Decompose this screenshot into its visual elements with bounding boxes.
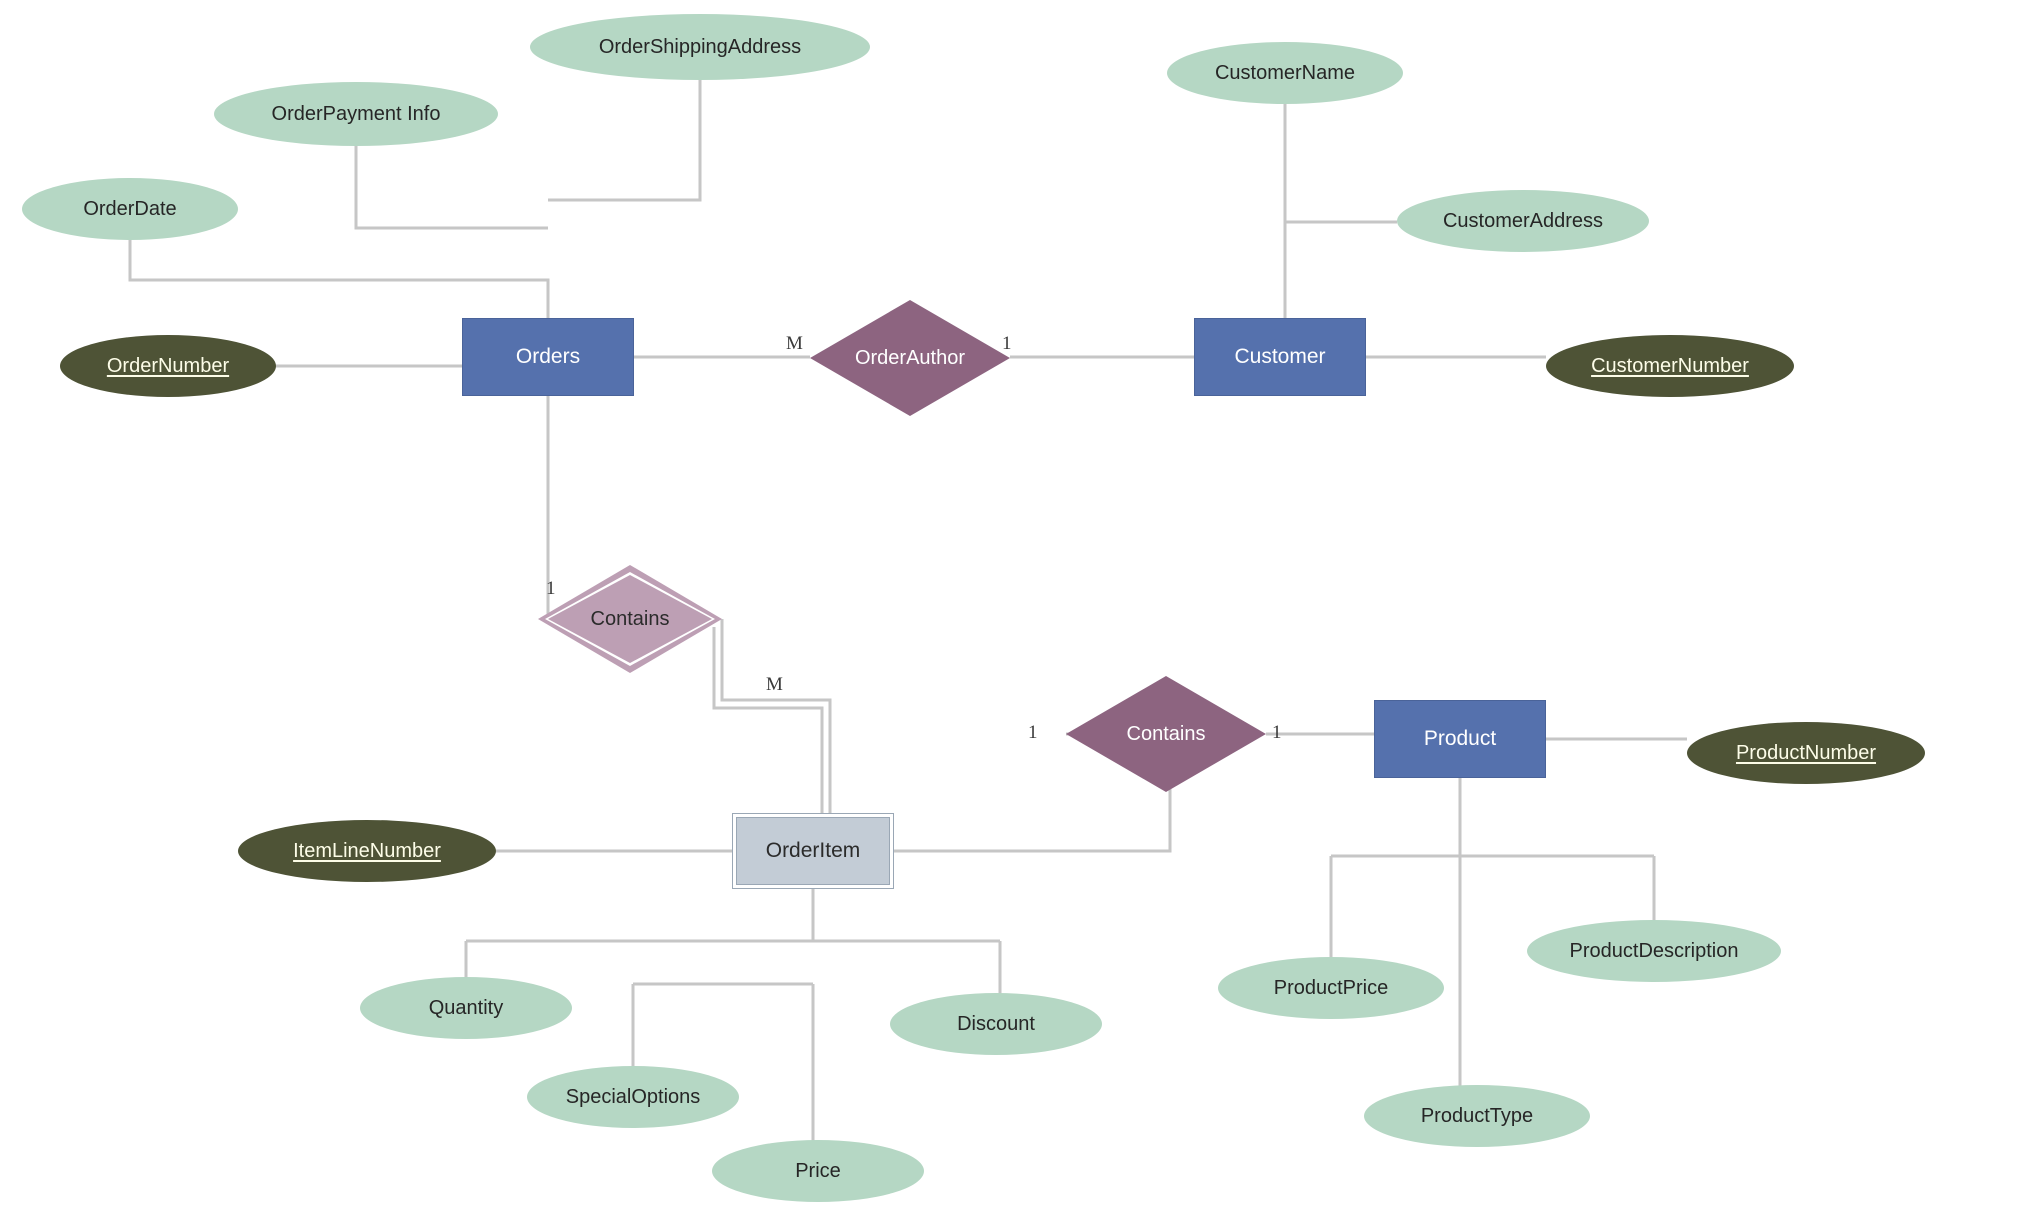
relationship-contains-1-label: Contains [590, 608, 670, 630]
attribute-producttype[interactable]: ProductType [1364, 1085, 1590, 1147]
line-orderdate-orders [128, 240, 550, 318]
attribute-specialoptions-label: SpecialOptions [565, 1086, 701, 1108]
attribute-ordernumber[interactable]: OrderNumber [60, 335, 276, 397]
attribute-ordershippingaddress-label: OrderShippingAddress [598, 36, 802, 58]
attribute-producttype-label: ProductType [1420, 1105, 1534, 1127]
attribute-productnumber-label: ProductNumber [1735, 742, 1877, 764]
entity-orderitem[interactable]: OrderItem [732, 813, 894, 889]
entity-orders-label: Orders [515, 345, 581, 369]
entity-product[interactable]: Product [1374, 700, 1546, 778]
attribute-specialoptions[interactable]: SpecialOptions [527, 1066, 739, 1128]
attribute-price-label: Price [795, 1160, 841, 1182]
cardinality-orders-orderauthor: M [786, 333, 803, 354]
cardinality-orders-contains: 1 [546, 578, 556, 599]
cardinality-contains2-product: 1 [1272, 722, 1282, 743]
attribute-productdescription-label: ProductDescription [1569, 940, 1739, 962]
relationship-contains-orderitem-product[interactable]: Contains [1066, 676, 1266, 792]
attribute-productnumber[interactable]: ProductNumber [1687, 722, 1925, 784]
line-ordershipping-orders [548, 80, 702, 202]
attribute-orderpayment-info-label: OrderPayment Info [271, 103, 441, 125]
attribute-customername[interactable]: CustomerName [1167, 42, 1403, 104]
cardinality-orderitem-contains2: 1 [1028, 722, 1038, 743]
cardinality-contains-orderitem: M [766, 674, 783, 695]
line-contains-orderitem-a [720, 619, 832, 813]
attribute-itemlinenumber[interactable]: ItemLineNumber [238, 820, 496, 882]
entity-customer-label: Customer [1234, 345, 1326, 369]
entity-orderitem-label: OrderItem [765, 839, 861, 863]
relationship-contains-order-orderitem[interactable]: Contains [538, 565, 722, 673]
attribute-discount-label: Discount [957, 1013, 1035, 1035]
attribute-ordernumber-label: OrderNumber [106, 355, 230, 377]
attribute-orderpayment-info[interactable]: OrderPayment Info [214, 82, 498, 146]
entity-orders[interactable]: Orders [462, 318, 634, 396]
cardinality-orderauthor-customer: 1 [1002, 333, 1012, 354]
attribute-itemlinenumber-label: ItemLineNumber [293, 840, 441, 862]
er-diagram-canvas: Orders Customer Product OrderItem OrderA… [0, 0, 2036, 1216]
entity-customer[interactable]: Customer [1194, 318, 1366, 396]
attribute-quantity[interactable]: Quantity [360, 977, 572, 1039]
attribute-customernumber[interactable]: CustomerNumber [1546, 335, 1794, 397]
attribute-customeraddress-label: CustomerAddress [1442, 210, 1604, 232]
relationship-orderauthor-label: OrderAuthor [854, 347, 966, 369]
relationship-contains-2-label: Contains [1126, 723, 1206, 745]
attribute-orderdate[interactable]: OrderDate [22, 178, 238, 240]
entity-product-label: Product [1423, 727, 1497, 751]
attribute-customername-label: CustomerName [1214, 62, 1356, 84]
relationship-orderauthor[interactable]: OrderAuthor [810, 300, 1010, 416]
attribute-discount[interactable]: Discount [890, 993, 1102, 1055]
attribute-productdescription[interactable]: ProductDescription [1527, 920, 1781, 982]
attribute-customeraddress[interactable]: CustomerAddress [1397, 190, 1649, 252]
attribute-quantity-label: Quantity [428, 997, 504, 1019]
attribute-price[interactable]: Price [712, 1140, 924, 1202]
attribute-productprice[interactable]: ProductPrice [1218, 957, 1444, 1019]
line-orderpayment-orders [354, 146, 548, 230]
attribute-productprice-label: ProductPrice [1273, 977, 1389, 999]
attribute-customernumber-label: CustomerNumber [1591, 355, 1749, 377]
line-contains-orderitem-b [712, 627, 824, 813]
attribute-orderdate-label: OrderDate [83, 198, 177, 220]
attribute-ordershippingaddress[interactable]: OrderShippingAddress [530, 14, 870, 80]
